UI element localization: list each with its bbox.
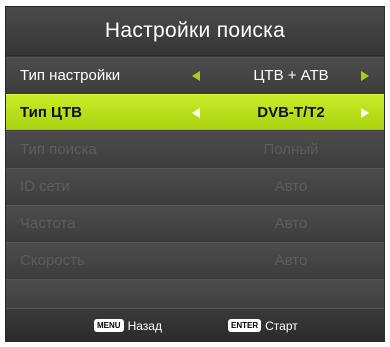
- setting-row-network-id: ID сети Авто: [6, 168, 384, 204]
- setting-value: Полный: [263, 141, 319, 158]
- setting-label: Тип настройки: [20, 67, 121, 84]
- setting-row-search-type: Тип поиска Полный: [6, 131, 384, 167]
- page-title: Настройки поиска: [6, 7, 384, 56]
- setting-row-frequency: Частота Авто: [6, 205, 384, 241]
- setting-row-tuning-type[interactable]: Тип настройки ЦТВ + АТВ: [6, 57, 384, 93]
- arrow-right-icon[interactable]: [361, 108, 369, 118]
- settings-list: Тип настройки ЦТВ + АТВ Тип ЦТВ DVB-T/T2…: [6, 57, 384, 316]
- arrow-left-icon[interactable]: [192, 71, 200, 81]
- setting-value: Авто: [274, 178, 308, 195]
- arrow-right-icon[interactable]: [361, 71, 369, 81]
- start-label: Старт: [265, 318, 298, 333]
- setting-row-dtv-type[interactable]: Тип ЦТВ DVB-T/T2: [6, 94, 384, 130]
- setting-value: Авто: [274, 215, 308, 232]
- back-label: Назад: [127, 318, 162, 333]
- setting-label: Скорость: [20, 252, 85, 269]
- setting-label: Частота: [20, 215, 76, 232]
- setting-label: ID сети: [20, 178, 70, 195]
- setting-value: ЦТВ + АТВ: [253, 67, 329, 84]
- start-hint[interactable]: ENTER Старт: [228, 317, 298, 333]
- menu-key-icon: MENU: [94, 319, 124, 333]
- setting-value: DVB-T/T2: [257, 104, 325, 121]
- setting-row-symbol-rate: Скорость Авто: [6, 242, 384, 278]
- setting-value: Авто: [274, 252, 308, 269]
- footer-hints: MENU Назад ENTER Старт: [6, 308, 384, 341]
- enter-key-icon: ENTER: [228, 319, 262, 333]
- back-hint[interactable]: MENU Назад: [94, 317, 162, 333]
- setting-label: Тип ЦТВ: [20, 104, 82, 121]
- setting-label: Тип поиска: [20, 141, 97, 158]
- search-settings-panel: Настройки поиска Тип настройки ЦТВ + АТВ…: [5, 6, 385, 342]
- arrow-left-icon[interactable]: [192, 108, 200, 118]
